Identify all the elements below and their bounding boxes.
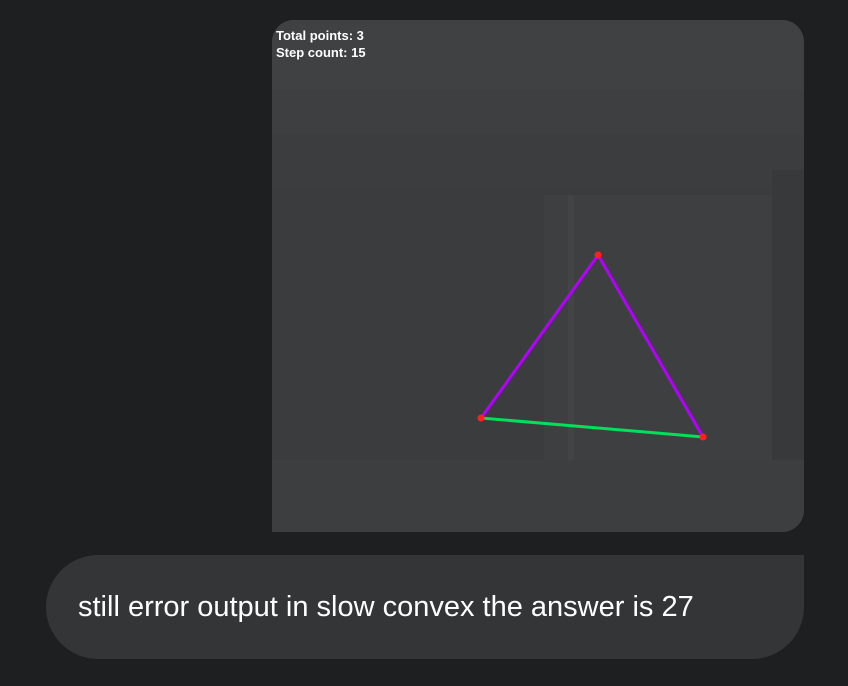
attached-image[interactable]: Total points: 3 Step count: 15 bbox=[272, 20, 804, 532]
total-points-label: Total points: 3 bbox=[276, 28, 364, 43]
user-message-bubble: still error output in slow convex the an… bbox=[46, 555, 804, 659]
point-right bbox=[699, 433, 707, 441]
hull-edge-left bbox=[479, 254, 600, 419]
hull-edge-right bbox=[596, 254, 705, 438]
point-left bbox=[477, 414, 485, 422]
point-top bbox=[594, 251, 602, 259]
message-text: still error output in slow convex the an… bbox=[78, 590, 694, 623]
convex-hull-plot bbox=[477, 251, 707, 441]
chat-view: Total points: 3 Step count: 15 still err… bbox=[0, 0, 848, 686]
hull-edge-bottom bbox=[480, 416, 704, 439]
overlay-stats: Total points: 3 Step count: 15 bbox=[276, 27, 366, 61]
step-count-label: Step count: 15 bbox=[276, 45, 366, 60]
